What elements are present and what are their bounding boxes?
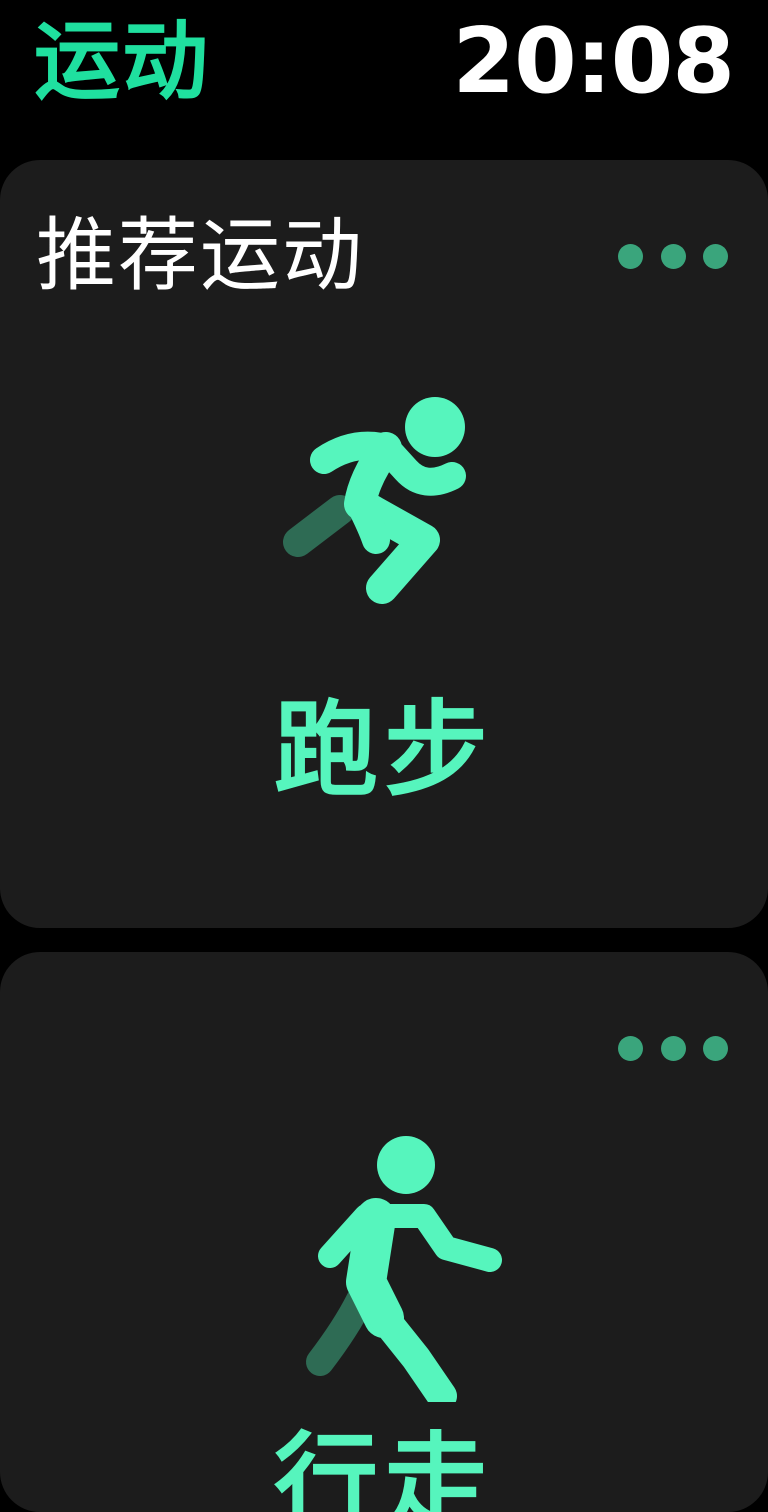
- activity-name: 跑步: [273, 689, 494, 811]
- clock: 20:08: [452, 9, 735, 114]
- dot: [660, 1035, 686, 1061]
- walking-workout-card[interactable]: 行走: [0, 952, 768, 1512]
- card-title: 推荐运动: [36, 209, 364, 302]
- app-title: 运动: [34, 12, 210, 112]
- dot: [660, 243, 686, 269]
- more-options-icon[interactable]: [618, 1034, 728, 1062]
- more-options-icon[interactable]: [618, 242, 728, 270]
- status-bar: 运动 20:08: [0, 0, 768, 130]
- activity-name: 行走: [273, 1421, 494, 1512]
- dot: [618, 243, 643, 269]
- dot: [703, 1035, 728, 1061]
- walking-person-icon: [0, 1132, 768, 1402]
- dot: [618, 1035, 643, 1061]
- dot: [703, 243, 728, 269]
- recommended-workout-card[interactable]: 推荐运动 跑步: [0, 160, 768, 928]
- running-person-icon: [0, 392, 768, 632]
